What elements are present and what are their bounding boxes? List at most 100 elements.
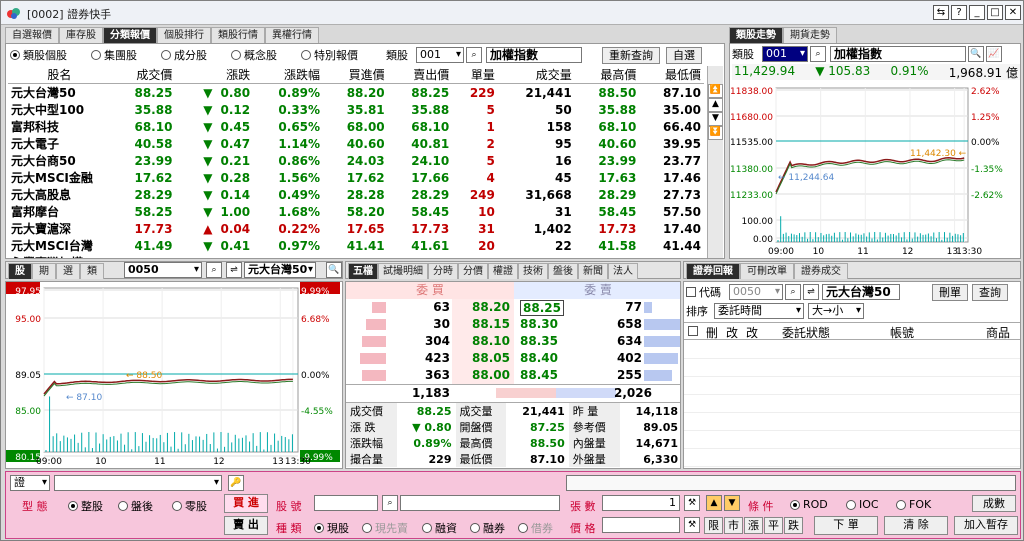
- bid-price[interactable]: 88.10: [472, 334, 510, 348]
- price-limitdown-button[interactable]: 跌: [784, 517, 803, 534]
- col-header[interactable]: 買進價: [323, 66, 388, 84]
- tab-stock[interactable]: 股: [8, 263, 32, 279]
- stock-search-icon[interactable]: ⌕: [206, 262, 222, 278]
- tab-five-0[interactable]: 五檔: [348, 263, 378, 279]
- proxy-checkbox[interactable]: [686, 287, 696, 297]
- stock-link-icon[interactable]: ⇌: [226, 262, 242, 278]
- table-row[interactable]: 元大寶滬深 17.73 ▲ 0.04 0.22% 17.65 17.73 31 1,402 17.…: [8, 220, 704, 237]
- tab-five-2[interactable]: 分時: [428, 263, 458, 279]
- group-search-icon[interactable]: ⌕: [466, 47, 482, 63]
- radio-concept[interactable]: 概念股: [231, 47, 277, 63]
- sort-field-select[interactable]: 委託時間: [714, 303, 804, 319]
- radio-whole-lot[interactable]: 整股: [68, 498, 103, 514]
- col-header[interactable]: 賣出價: [387, 66, 453, 84]
- tab-sector[interactable]: 類股行情: [211, 27, 265, 43]
- radio-margin[interactable]: 融資: [422, 520, 457, 536]
- order-query-button[interactable]: 查詢: [972, 283, 1008, 301]
- col-header[interactable]: 單量: [452, 66, 498, 84]
- qty-input[interactable]: 1: [602, 495, 680, 511]
- order-code-select[interactable]: 0050: [729, 284, 783, 300]
- bid-price[interactable]: 88.00: [472, 368, 510, 382]
- tab-futures-trend[interactable]: 期貨走勢: [783, 27, 837, 43]
- table-row[interactable]: 元大台灣50 88.25 ▼ 0.80 0.89% 88.20 88.25 229 21,441…: [8, 84, 704, 102]
- custom-button[interactable]: 自選: [666, 46, 702, 64]
- col-header[interactable]: 成交量: [497, 66, 575, 84]
- table-row[interactable]: 元大中型100 35.88 ▼ 0.12 0.33% 35.81 35.88 5 50 35.88…: [8, 101, 704, 118]
- bid-price[interactable]: 88.15: [472, 317, 510, 331]
- radio-special[interactable]: 特別報價: [301, 47, 358, 63]
- price-limitup-button[interactable]: 漲: [744, 517, 763, 534]
- radio-short[interactable]: 融券: [470, 520, 505, 536]
- table-row[interactable]: 元大電子 40.58 ▼ 0.47 1.14% 40.60 40.81 2 95 40.60 39.…: [8, 135, 704, 152]
- scroll-top-icon[interactable]: ⏫: [708, 84, 723, 98]
- scroll-down-icon[interactable]: ▼: [708, 112, 723, 126]
- table-row[interactable]: 富邦摩台 58.25 ▼ 1.00 1.68% 58.20 58.45 10 31 58.45 57…: [8, 203, 704, 220]
- order-search-icon[interactable]: ⌕: [785, 284, 801, 300]
- table-row[interactable]: 富邦科技 68.10 ▼ 0.45 0.65% 68.00 68.10 1 158 68.10 66…: [8, 118, 704, 135]
- account-select[interactable]: [54, 475, 222, 491]
- tab-sector-trend[interactable]: 類股走勢: [729, 27, 783, 43]
- col-header[interactable]: 股名: [8, 66, 111, 84]
- tab-five-3[interactable]: 分價: [458, 263, 488, 279]
- col-header[interactable]: 漲跌幅: [253, 66, 324, 84]
- bid-price[interactable]: 88.20: [472, 300, 510, 314]
- sell-button[interactable]: 賣 出: [224, 516, 268, 535]
- key-icon[interactable]: 🔑: [228, 475, 244, 491]
- radio-sector-stocks[interactable]: 類股個股: [10, 47, 67, 63]
- table-row[interactable]: 元大台商50 23.99 ▼ 0.21 0.86% 24.03 24.10 5 16 23.99 2…: [8, 152, 704, 169]
- index-search-icon[interactable]: ⌕: [810, 46, 826, 62]
- ask-price[interactable]: 88.30: [520, 317, 558, 331]
- col-header[interactable]: 成交價: [110, 66, 176, 84]
- radio-component[interactable]: 成分股: [161, 47, 207, 63]
- price-limit-button[interactable]: 限: [704, 517, 723, 534]
- price-market-button[interactable]: 市: [724, 517, 743, 534]
- stock-name-select[interactable]: 元大台灣50: [244, 262, 316, 278]
- col-header[interactable]: 最高價: [574, 66, 640, 84]
- scroll-bottom-icon[interactable]: ⏬: [708, 126, 723, 140]
- ticket-search-icon[interactable]: ⌕: [382, 495, 398, 511]
- scroll-up-icon[interactable]: ▲: [708, 98, 723, 112]
- close-icon[interactable]: ✕: [1005, 5, 1021, 20]
- tab-ranking[interactable]: 個股排行: [157, 27, 211, 43]
- stock-zoom-icon[interactable]: 🔍: [326, 262, 342, 278]
- order-select-all-checkbox[interactable]: [688, 326, 698, 336]
- radio-odd-lot[interactable]: 零股: [172, 498, 207, 514]
- tab-five-4[interactable]: 權證: [488, 263, 518, 279]
- tab-editable[interactable]: 可刪改單: [740, 263, 794, 279]
- tab-class[interactable]: 類: [80, 263, 104, 279]
- buy-button[interactable]: 買 進: [224, 494, 268, 513]
- tab-five-8[interactable]: 法人: [608, 263, 638, 279]
- tab-options[interactable]: 選: [56, 263, 80, 279]
- stock-no-input[interactable]: [314, 495, 378, 511]
- tab-order-report[interactable]: 證券回報: [686, 263, 740, 279]
- tab-category-quote[interactable]: 分類報價: [103, 27, 157, 43]
- bid-price[interactable]: 88.05: [472, 351, 510, 365]
- radio-borrow[interactable]: 借券: [518, 520, 553, 536]
- table-scrollbar[interactable]: ⏫ ▲ ▼ ⏬: [707, 66, 723, 258]
- account-type-select[interactable]: 證: [10, 475, 50, 491]
- stock-code-select[interactable]: 0050: [124, 262, 202, 278]
- col-header[interactable]: 最低價: [639, 66, 704, 84]
- col-header[interactable]: 漲跌: [175, 66, 254, 84]
- table-row[interactable]: 永豐臺灣加權56.90▼0.651.12%57.0057.1012657.005…: [8, 254, 704, 259]
- table-row[interactable]: 元大MSCI金融 17.62 ▼ 0.28 1.56% 17.62 17.66 4 45 17.6…: [8, 169, 704, 186]
- chart-icon[interactable]: 📈: [986, 46, 1002, 62]
- table-row[interactable]: 元大MSCI台灣 41.49 ▼ 0.41 0.97% 41.41 41.61 20 22 41.…: [8, 237, 704, 254]
- qty-calc-icon[interactable]: ⚒: [684, 495, 700, 511]
- tab-watchlist[interactable]: 自選報價: [5, 27, 59, 43]
- clear-button[interactable]: 清 除: [884, 516, 948, 535]
- price-flat-button[interactable]: 平: [764, 517, 783, 534]
- tab-five-7[interactable]: 新聞: [578, 263, 608, 279]
- ratio-button[interactable]: 成數: [972, 495, 1016, 512]
- tab-fills[interactable]: 證券成交: [794, 263, 848, 279]
- order-link-icon[interactable]: ⇌: [803, 284, 819, 300]
- radio-ioc[interactable]: IOC: [846, 498, 879, 511]
- ask-price[interactable]: 88.40: [520, 351, 558, 365]
- ask-price[interactable]: 88.35: [520, 334, 558, 348]
- price-input[interactable]: [602, 517, 680, 533]
- index-code-select[interactable]: 001: [762, 46, 808, 62]
- submit-order-button[interactable]: 下 單: [814, 516, 878, 535]
- radio-rod[interactable]: ROD: [790, 498, 828, 511]
- tab-rights[interactable]: 異權行情: [265, 27, 319, 43]
- radio-day-sell[interactable]: 現先賣: [362, 520, 408, 536]
